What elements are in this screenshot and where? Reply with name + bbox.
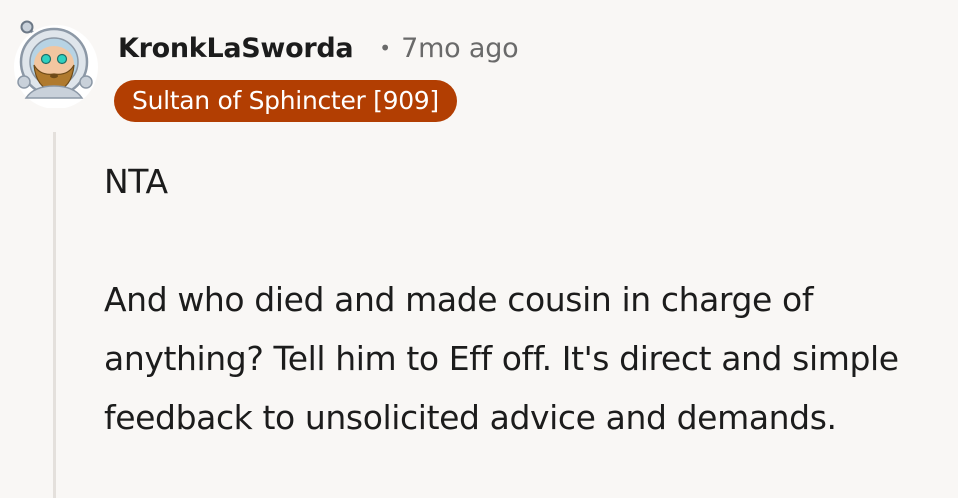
comment-paragraph: And who died and made cousin in charge o… <box>104 280 899 437</box>
meta-separator: • <box>379 36 392 60</box>
comment-body: NTA And who died and made cousin in char… <box>104 152 944 447</box>
thread-collapse-line[interactable] <box>53 132 56 498</box>
comment-timestamp[interactable]: 7mo ago <box>401 33 519 64</box>
comment: KronkLaSworda • 7mo ago Sultan of Sphinc… <box>0 0 958 498</box>
comment-paragraph: NTA <box>104 162 168 201</box>
comment-header: KronkLaSworda • 7mo ago <box>118 26 519 70</box>
author-username[interactable]: KronkLaSworda <box>118 33 354 64</box>
user-avatar-icon[interactable] <box>10 12 102 109</box>
user-flair-badge: Sultan of Sphincter [909] <box>114 80 457 122</box>
